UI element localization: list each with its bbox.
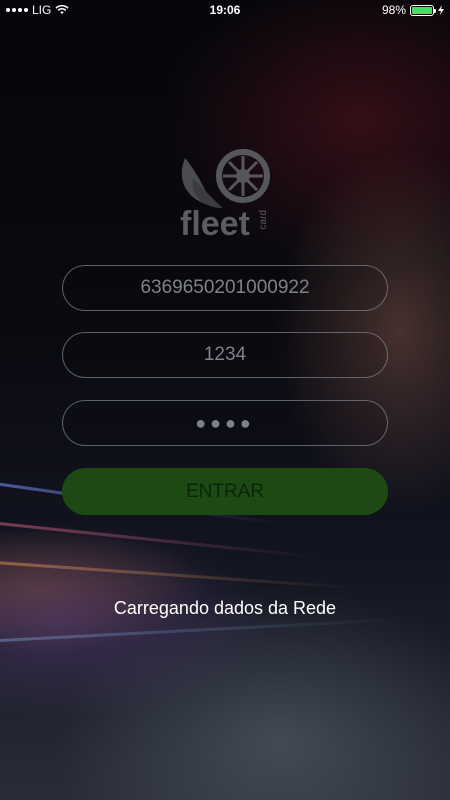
user-code-field[interactable]: 1234 [62,332,388,378]
status-right: 98% [382,3,444,17]
enter-button[interactable]: ENTRAR [62,468,388,515]
battery-fill [412,6,432,14]
background-light-streak [0,520,319,559]
wifi-icon [55,5,69,14]
charging-icon [438,5,444,15]
status-bar: LIG 19:06 98% [0,0,450,20]
status-left: LIG [6,3,69,17]
loading-status-text: Carregando dados da Rede [113,598,337,618]
carrier-label: LIG [32,3,52,17]
background-light-streak [0,618,400,643]
password-field[interactable]: ●●●● [62,400,388,446]
brand-logo-subtext: card [258,210,269,230]
card-number-field[interactable]: 6369650201000922 [62,265,388,311]
background-light-streak [0,560,360,590]
signal-icon [6,8,28,12]
login-screen: LIG 19:06 98% fleet card 636965020100092… [0,0,450,800]
brand-logo-text: fleet [180,205,250,243]
battery-icon [410,4,436,16]
battery-percent: 98% [381,3,406,17]
clock: 19:06 [209,3,241,17]
